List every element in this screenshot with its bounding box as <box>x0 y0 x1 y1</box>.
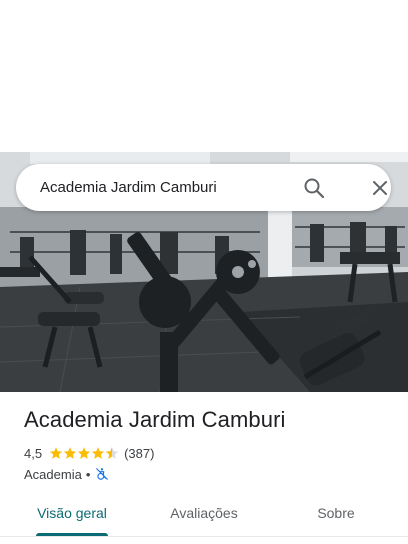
close-icon[interactable] <box>368 176 392 200</box>
tab-overview[interactable]: Visão geral <box>26 492 118 538</box>
category-row: Academia • <box>24 465 109 483</box>
search-icon[interactable] <box>302 176 326 200</box>
tab-reviews[interactable]: Avaliações <box>158 492 250 538</box>
tab-bar: Visão geral Avaliações Sobre <box>0 492 408 544</box>
place-title: Academia Jardim Camburi <box>24 407 286 432</box>
star-icon <box>91 447 105 459</box>
place-category: Academia <box>24 466 82 482</box>
top-blank-area <box>0 0 408 152</box>
accessibility-icon[interactable] <box>95 467 109 481</box>
separator-dot: • <box>85 466 91 482</box>
search-bar[interactable]: Academia Jardim Camburi <box>16 164 391 211</box>
star-rating <box>49 446 119 460</box>
star-icon <box>49 447 63 459</box>
rating-value: 4,5 <box>24 445 43 461</box>
tab-divider <box>0 536 408 537</box>
half-star-icon <box>105 447 119 459</box>
rating-row[interactable]: 4,5 (387) <box>24 444 154 462</box>
star-icon <box>63 447 77 459</box>
search-input[interactable]: Academia Jardim Camburi <box>40 164 217 211</box>
review-count[interactable]: (387) <box>124 446 154 461</box>
star-icon <box>77 447 91 459</box>
tab-about[interactable]: Sobre <box>296 492 376 538</box>
